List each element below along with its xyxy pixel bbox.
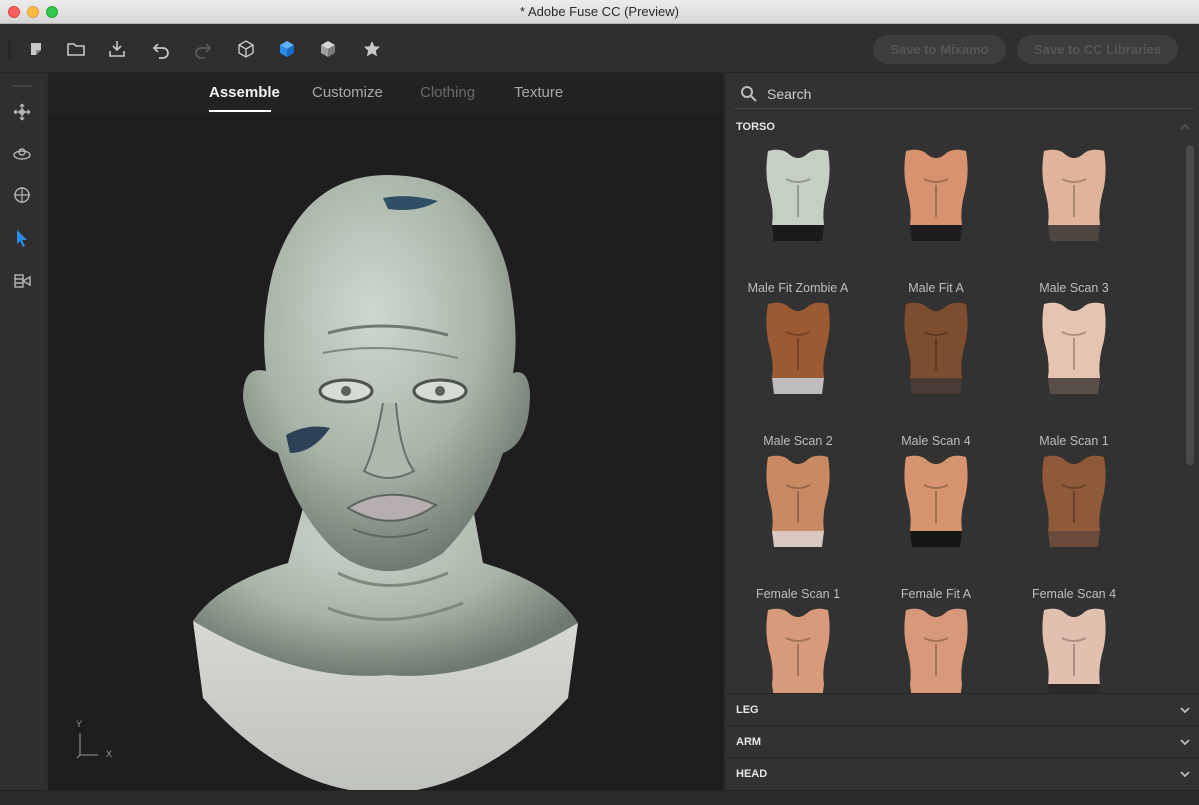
- section-torso-label: TORSO: [736, 121, 775, 133]
- chevron-up-icon: [1180, 123, 1190, 130]
- cube-solid-icon[interactable]: [274, 36, 300, 62]
- torso-thumbnail: [904, 455, 968, 547]
- main-toolbar: Save to Mixamo Save to CC Libraries: [0, 24, 1199, 73]
- save-to-mixamo-button[interactable]: Save to Mixamo: [873, 35, 1006, 64]
- zombie-head-model: [193, 175, 578, 790]
- torso-thumbnail: [766, 455, 830, 547]
- torso-item-label: Male Scan 1: [1039, 434, 1109, 448]
- search-icon: [741, 86, 757, 102]
- axis-gizmo: Y X: [72, 719, 122, 765]
- torso-item-label: Male Scan 2: [763, 434, 833, 448]
- chevron-down-icon: [1180, 739, 1190, 746]
- torso-thumbnail: [904, 302, 968, 394]
- search-bar: [734, 79, 1194, 109]
- 3d-viewport[interactable]: Assemble Customize Clothing Texture Y X: [48, 73, 724, 790]
- torso-item-label: Male Fit A: [908, 281, 964, 295]
- import-icon[interactable]: [104, 36, 130, 62]
- torso-item-label: Male Fit Zombie A: [747, 281, 849, 295]
- torso-thumbnail: [904, 608, 968, 693]
- torso-item-label: Female Fit A: [900, 587, 972, 601]
- torso-thumbnail: [1042, 302, 1106, 394]
- torso-item[interactable]: Male Fit Zombie A: [728, 143, 868, 296]
- star-icon[interactable]: [359, 36, 385, 62]
- torso-item[interactable]: Male Scan 4: [866, 296, 1006, 449]
- section-arm-label: ARM: [736, 736, 762, 748]
- undo-icon[interactable]: [148, 36, 174, 62]
- torso-item[interactable]: Male Scan 2: [728, 296, 868, 449]
- torso-item-label: Male Scan 3: [1039, 281, 1109, 295]
- torso-item[interactable]: [728, 602, 868, 693]
- torso-thumbnail: [766, 149, 830, 241]
- new-file-icon[interactable]: [23, 36, 49, 62]
- torso-thumbnail: [1042, 455, 1106, 547]
- move-icon[interactable]: [10, 100, 34, 124]
- orbit-icon[interactable]: [10, 142, 34, 166]
- torso-item-label: Male Scan 4: [901, 434, 971, 448]
- title-bar: * Adobe Fuse CC (Preview): [0, 0, 1199, 24]
- torso-thumbnail: [1042, 149, 1106, 241]
- section-torso-header[interactable]: TORSO: [726, 111, 1199, 143]
- torso-item[interactable]: Female Scan 1: [728, 449, 868, 602]
- open-folder-icon[interactable]: [63, 36, 89, 62]
- tab-clothing[interactable]: Clothing: [420, 84, 475, 101]
- torso-scrollbar[interactable]: [1186, 145, 1194, 691]
- torso-item[interactable]: Female Fit A: [866, 449, 1006, 602]
- select-pointer-icon[interactable]: [10, 226, 34, 250]
- torso-item[interactable]: Male Fit A: [866, 143, 1006, 296]
- section-head-label: HEAD: [736, 768, 768, 780]
- workflow-tabs: Assemble Customize Clothing Texture: [48, 73, 724, 114]
- active-tab-indicator: [209, 110, 271, 112]
- torso-item[interactable]: [866, 602, 1006, 693]
- torso-grid: Male Fit Zombie A Male Fit A Male Scan 3 Ma…: [726, 143, 1184, 693]
- redo-icon[interactable]: [190, 36, 216, 62]
- torso-item[interactable]: [1004, 602, 1144, 693]
- tab-assemble[interactable]: Assemble: [209, 84, 280, 101]
- tab-texture[interactable]: Texture: [514, 84, 563, 101]
- app-window: * Adobe Fuse CC (Preview) Save to Mixamo…: [0, 0, 1199, 805]
- cube-shaded-icon[interactable]: [315, 36, 341, 62]
- scrollbar-thumb[interactable]: [1186, 145, 1194, 465]
- cube-icon[interactable]: [233, 36, 259, 62]
- target-icon[interactable]: [10, 183, 34, 207]
- search-input[interactable]: [767, 83, 1177, 105]
- section-leg-label: LEG: [736, 704, 759, 716]
- torso-item[interactable]: Male Scan 3: [1004, 143, 1144, 296]
- left-tool-strip: [0, 73, 47, 790]
- axis-y-label: Y: [76, 719, 83, 729]
- chevron-down-icon: [1180, 771, 1190, 778]
- torso-thumbnail: [766, 608, 830, 693]
- status-bar: [0, 790, 1199, 805]
- section-arm-header[interactable]: ARM: [726, 725, 1199, 757]
- torso-thumbnail: [904, 149, 968, 241]
- torso-item-label: Female Scan 1: [755, 587, 841, 601]
- tool-strip-grip: [12, 85, 32, 87]
- section-head-header[interactable]: HEAD: [726, 757, 1199, 789]
- toolbar-grip: [8, 39, 11, 59]
- torso-thumbnail: [766, 302, 830, 394]
- torso-item-label: Female Scan 4: [1031, 587, 1117, 601]
- window-title: * Adobe Fuse CC (Preview): [520, 4, 679, 19]
- camera-icon[interactable]: [10, 269, 34, 293]
- torso-thumbnail: [1042, 608, 1106, 693]
- chevron-down-icon: [1180, 707, 1190, 714]
- torso-item[interactable]: Female Scan 4: [1004, 449, 1144, 602]
- tab-customize[interactable]: Customize: [312, 84, 383, 101]
- section-leg-header[interactable]: LEG: [726, 693, 1199, 725]
- axis-x-label: X: [106, 749, 113, 759]
- torso-item[interactable]: Male Scan 1: [1004, 296, 1144, 449]
- parts-panel: TORSO Male Fit Zombie A Male Fit A Male Sc…: [725, 73, 1199, 790]
- save-to-cc-libraries-button[interactable]: Save to CC Libraries: [1017, 35, 1178, 64]
